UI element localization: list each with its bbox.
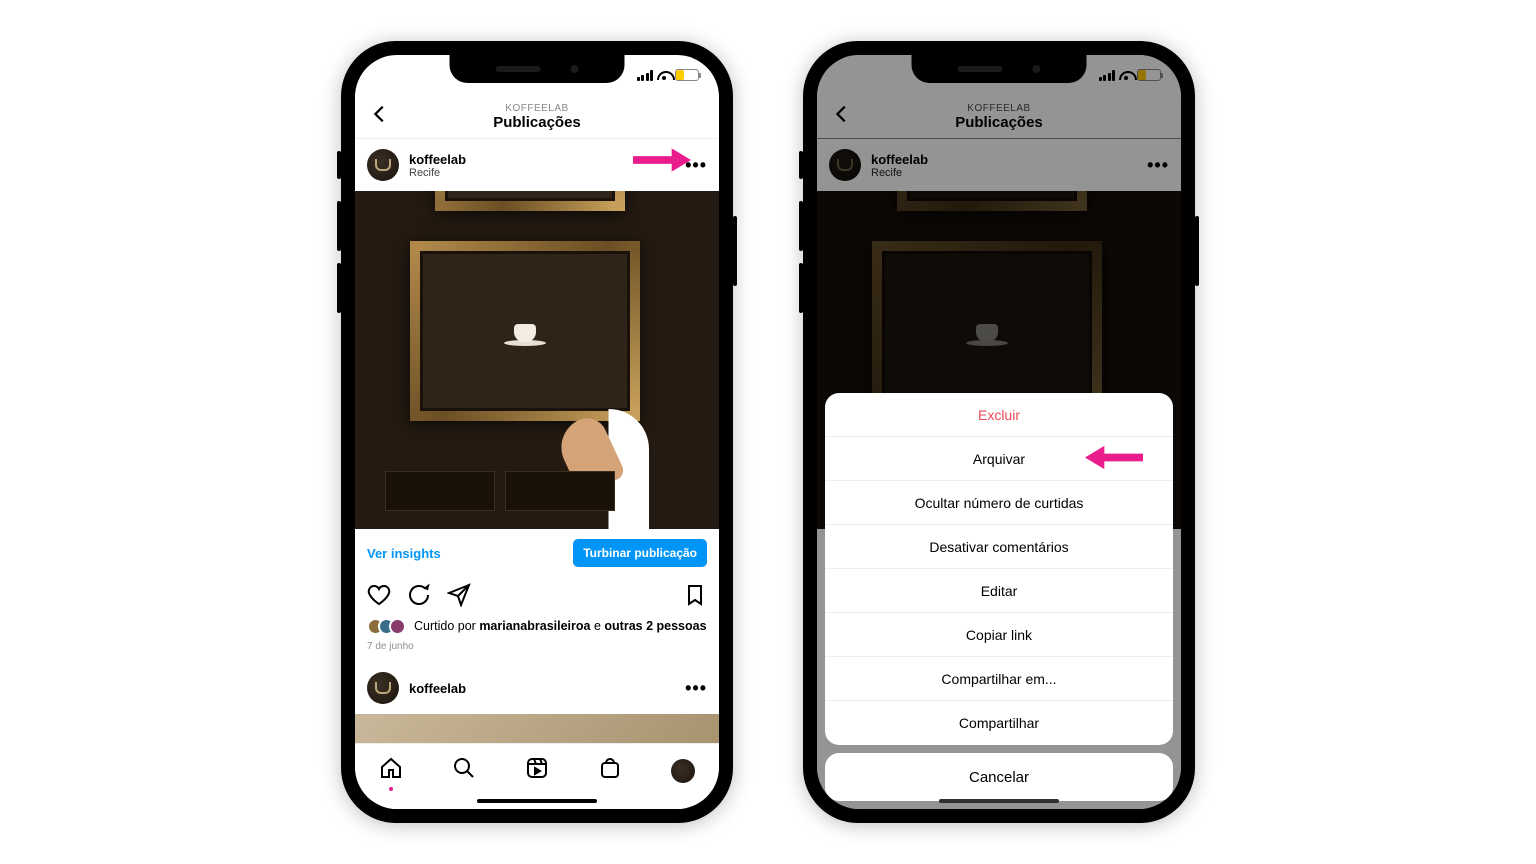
action-copiar-link[interactable]: Copiar link [825, 613, 1173, 657]
notch [450, 55, 625, 83]
tab-profile[interactable] [671, 759, 695, 783]
action-cancelar[interactable]: Cancelar [825, 753, 1173, 801]
action-sheet: Excluir Arquivar Ocultar número de curti… [825, 393, 1173, 745]
post-date: 7 de junho [355, 635, 719, 658]
tab-search[interactable] [452, 756, 476, 785]
tab-home[interactable] [379, 756, 403, 785]
home-indicator[interactable] [477, 799, 597, 803]
notch [912, 55, 1087, 83]
annotation-arrow-2 [1085, 444, 1143, 473]
shop-icon [598, 756, 622, 780]
action-ocultar-curtidas[interactable]: Ocultar número de curtidas [825, 481, 1173, 525]
header-title: Publicações [493, 114, 581, 131]
next-post-image-peek[interactable] [355, 714, 719, 744]
insights-row: Ver insights Turbinar publicação [355, 529, 719, 577]
screen-1: KOFFEELAB Publicações koffeelab Recife •… [355, 55, 719, 809]
liker-avatars [367, 618, 406, 635]
likes-text: Curtido por marianabrasileiroa e outras … [414, 618, 707, 635]
modal-backdrop[interactable]: Excluir Arquivar Ocultar número de curti… [817, 55, 1181, 809]
action-editar[interactable]: Editar [825, 569, 1173, 613]
tab-shop[interactable] [598, 756, 622, 785]
tab-reels[interactable] [525, 756, 549, 785]
post-username[interactable]: koffeelab [409, 152, 466, 167]
action-excluir[interactable]: Excluir [825, 393, 1173, 437]
header-subtitle: KOFFEELAB [493, 103, 581, 114]
action-compartilhar[interactable]: Compartilhar [825, 701, 1173, 745]
signal-icon [637, 70, 654, 81]
post-image[interactable] [355, 191, 719, 529]
image-hand [559, 409, 649, 529]
view-insights-link[interactable]: Ver insights [367, 546, 441, 561]
comment-button[interactable] [407, 583, 431, 612]
screen-2: KOFFEELAB Publicações koffeelab Recife •… [817, 55, 1181, 809]
post-username[interactable]: koffeelab [409, 681, 466, 696]
search-icon [452, 756, 476, 780]
action-arquivar[interactable]: Arquivar [825, 437, 1173, 481]
user-avatar[interactable] [367, 149, 399, 181]
like-button[interactable] [367, 583, 391, 612]
boost-post-button[interactable]: Turbinar publicação [573, 539, 707, 567]
action-desativar-comentarios[interactable]: Desativar comentários [825, 525, 1173, 569]
save-button[interactable] [683, 583, 707, 612]
page-header: KOFFEELAB Publicações [355, 95, 719, 139]
phone-frame-1: KOFFEELAB Publicações koffeelab Recife •… [341, 41, 733, 823]
home-icon [379, 756, 403, 780]
battery-icon [675, 69, 699, 81]
home-indicator[interactable] [939, 799, 1059, 803]
likes-row[interactable]: Curtido por marianabrasileiroa e outras … [355, 618, 719, 635]
annotation-arrow-1 [633, 147, 691, 178]
share-button[interactable] [447, 583, 471, 612]
back-button[interactable] [369, 103, 391, 130]
chevron-left-icon [369, 103, 391, 125]
wifi-icon [657, 68, 671, 82]
phone-frame-2: KOFFEELAB Publicações koffeelab Recife •… [803, 41, 1195, 823]
more-options-button[interactable]: ••• [685, 678, 707, 699]
user-avatar[interactable] [367, 672, 399, 704]
next-post-header: koffeelab ••• [355, 658, 719, 714]
more-options-button[interactable]: ••• [685, 155, 707, 176]
reels-icon [525, 756, 549, 780]
action-compartilhar-em[interactable]: Compartilhar em... [825, 657, 1173, 701]
post-actions [355, 577, 719, 618]
post-header: koffeelab Recife ••• [355, 139, 719, 191]
post-location[interactable]: Recife [409, 167, 466, 179]
